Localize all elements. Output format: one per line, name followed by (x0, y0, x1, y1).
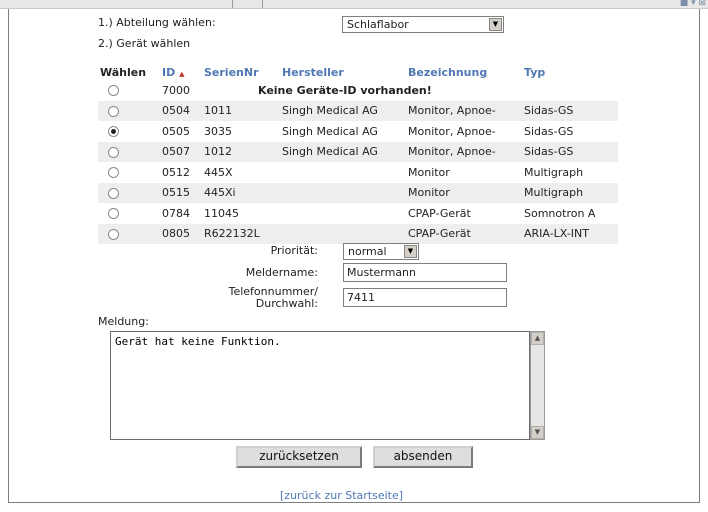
table-row: 0507 1012 Singh Medical AG Monitor, Apno… (98, 141, 618, 162)
cell-serial: 1011 (202, 100, 280, 121)
cell-id: 0504 (160, 100, 202, 121)
cell-type: Sidas-GS (524, 124, 574, 138)
cell-id: 7000 (162, 83, 190, 97)
cell-designation: Monitor (408, 165, 450, 179)
cell-serial: R622132L (202, 223, 280, 244)
divider (232, 0, 233, 8)
table-row: 7000 Keine Geräte-ID vorhanden! (98, 80, 618, 101)
cell-id: 0515 (160, 182, 202, 203)
reporter-label: Meldername: (245, 266, 318, 279)
cell-id: 0512 (162, 165, 190, 179)
cell-designation: Monitor, Apnoe- (406, 141, 522, 162)
step1-label: 1.) Abteilung wählen: (98, 16, 216, 29)
col-header-manufacturer[interactable]: Hersteller (280, 64, 406, 80)
cell-type: Sidas-GS (522, 100, 618, 121)
department-select[interactable]: Schlaflabor ▼ (342, 16, 504, 33)
sort-ascending-icon: ▲ (179, 69, 185, 78)
table-row: 0505 3035 Singh Medical AG Monitor, Apno… (98, 121, 618, 142)
cell-type: Multigraph (522, 182, 618, 203)
col-header-id-label[interactable]: ID (162, 66, 175, 79)
cell-id: 0507 (160, 141, 202, 162)
cell-serial: 11045 (204, 206, 239, 220)
cell-designation: Monitor (406, 182, 522, 203)
cell-id: 0784 (162, 206, 190, 220)
cell-type: ARIA-LX-INT (522, 223, 618, 244)
priority-select[interactable]: normal ▼ (343, 243, 419, 260)
cell-manufacturer (280, 162, 406, 183)
chevron-down-icon[interactable]: ▼ (404, 245, 417, 258)
priority-select-value: normal (348, 245, 387, 258)
back-to-start-link[interactable]: [zurück zur Startseite] (280, 489, 403, 502)
device-table: Wählen ID ▲ SerienNr Hersteller Bezeichn… (98, 64, 618, 244)
device-radio[interactable] (108, 167, 119, 179)
table-row: 0515 445Xi Monitor Multigraph (98, 182, 618, 203)
cell-id: 0805 (160, 223, 202, 244)
priority-label: Priorität: (270, 244, 318, 257)
phone-label-line2: Durchwahl: (255, 297, 318, 310)
cell-serial: 1012 (202, 141, 280, 162)
phone-label: Telefonnummer/ Durchwahl: (180, 286, 318, 310)
no-id-message: Keine Geräte-ID vorhanden! (258, 83, 432, 97)
scroll-down-icon[interactable]: ▼ (531, 426, 544, 439)
message-scrollbar[interactable]: ▲ ▼ (530, 331, 545, 440)
cell-manufacturer: Singh Medical AG (280, 100, 406, 121)
table-row: 0504 1011 Singh Medical AG Monitor, Apno… (98, 100, 618, 121)
device-radio[interactable] (108, 85, 119, 97)
divider (262, 0, 263, 8)
col-header-serial[interactable]: SerienNr (202, 64, 280, 80)
cell-manufacturer (280, 223, 406, 244)
cell-type: Multigraph (524, 165, 584, 179)
col-header-id[interactable]: ID ▲ (160, 64, 202, 80)
corner-icons[interactable]: ■ ▾ ⊠ (680, 0, 706, 8)
device-radio[interactable] (108, 187, 119, 199)
scroll-up-icon[interactable]: ▲ (531, 332, 544, 345)
cell-manufacturer: Singh Medical AG (280, 141, 406, 162)
device-radio[interactable] (108, 146, 119, 158)
col-header-select: Wählen (100, 65, 147, 79)
cell-serial: 445Xi (202, 182, 280, 203)
chevron-down-icon[interactable]: ▼ (489, 18, 502, 31)
message-label: Meldung: (98, 315, 149, 328)
device-radio[interactable] (108, 105, 119, 117)
message-textarea[interactable]: Gerät hat keine Funktion. (110, 331, 530, 440)
table-row: 0512 445X Monitor Multigraph (98, 162, 618, 183)
col-header-designation[interactable]: Bezeichnung (406, 64, 522, 80)
cell-type: Sidas-GS (522, 141, 618, 162)
table-row: 0805 R622132L CPAP-Gerät ARIA-LX-INT (98, 223, 618, 244)
cell-manufacturer: Singh Medical AG (282, 124, 378, 138)
submit-button[interactable]: absenden (373, 446, 473, 468)
browser-top-bar: ■ ▾ ⊠ (0, 0, 708, 9)
department-select-value: Schlaflabor (347, 18, 409, 31)
device-radio-selected[interactable] (108, 126, 119, 138)
cell-type: Somnotron A (524, 206, 596, 220)
device-radio[interactable] (108, 208, 119, 220)
cell-id: 0505 (162, 124, 190, 138)
cell-designation: CPAP-Gerät (406, 223, 522, 244)
reset-button[interactable]: zurücksetzen (236, 446, 362, 468)
reporter-input[interactable]: Mustermann (343, 263, 507, 282)
phone-input[interactable]: 7411 (343, 288, 507, 307)
cell-designation: Monitor, Apnoe- (408, 124, 496, 138)
step2-label: 2.) Gerät wählen (98, 37, 191, 50)
cell-manufacturer (280, 203, 406, 224)
cell-designation: Monitor, Apnoe- (406, 100, 522, 121)
cell-serial: 3035 (204, 124, 232, 138)
col-header-type[interactable]: Typ (522, 64, 618, 80)
cell-serial: 445X (204, 165, 233, 179)
cell-designation: CPAP-Gerät (408, 206, 471, 220)
table-row: 0784 11045 CPAP-Gerät Somnotron A (98, 203, 618, 224)
cell-manufacturer (280, 182, 406, 203)
device-radio[interactable] (108, 228, 119, 240)
